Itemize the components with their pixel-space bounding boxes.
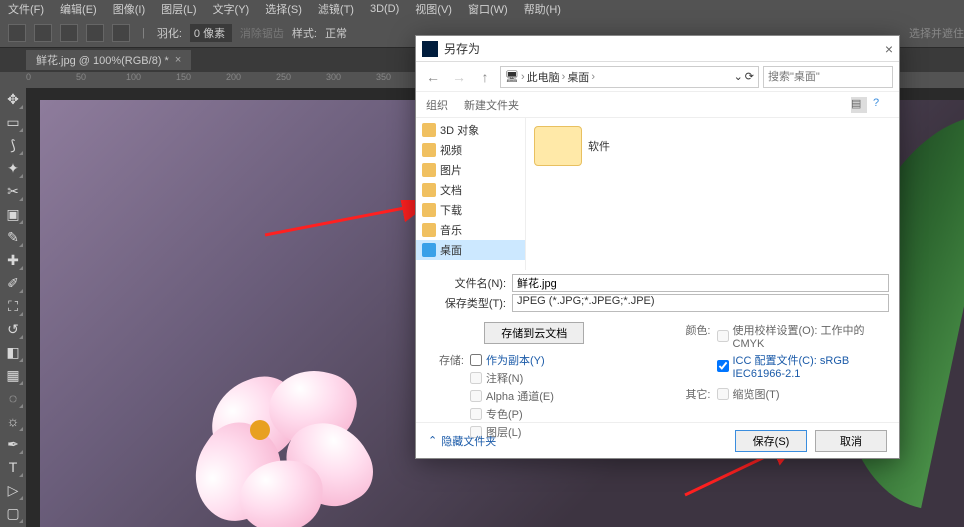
new-folder-button[interactable]: 新建文件夹 bbox=[464, 97, 519, 113]
style-value[interactable]: 正常 bbox=[325, 25, 347, 41]
blur-tool[interactable]: ◌ bbox=[2, 387, 24, 409]
folder-item[interactable]: 软件 bbox=[534, 126, 610, 166]
style-label: 样式: bbox=[292, 25, 317, 41]
search-input[interactable] bbox=[763, 66, 893, 88]
tree-item: 文档 bbox=[416, 180, 525, 200]
menu-window[interactable]: 窗口(W) bbox=[468, 1, 508, 17]
pc-icon: 🖥 bbox=[505, 70, 519, 83]
cancel-button[interactable]: 取消 bbox=[815, 430, 887, 452]
ps-icon bbox=[422, 41, 438, 57]
stamp-tool[interactable]: ⛶ bbox=[2, 295, 24, 317]
tool-preset-icon[interactable] bbox=[8, 24, 26, 42]
color-options-label: 颜色: bbox=[673, 322, 711, 382]
filename-label: 文件名(N): bbox=[426, 275, 506, 291]
save-button[interactable]: 保存(S) bbox=[735, 430, 807, 452]
folder-icon bbox=[534, 126, 582, 166]
select-mask-button[interactable]: 选择并遮住 bbox=[909, 25, 964, 41]
healing-tool[interactable]: ✚ bbox=[2, 249, 24, 271]
menu-layer[interactable]: 图层(L) bbox=[161, 1, 196, 17]
folder-name: 软件 bbox=[588, 138, 610, 154]
dialog-toolbar: 组织 新建文件夹 ▤ ? bbox=[416, 92, 899, 118]
tree-item-selected: 桌面 bbox=[416, 240, 525, 260]
selection-intersect-icon[interactable] bbox=[112, 24, 130, 42]
nav-up-icon[interactable]: ↑ bbox=[474, 66, 496, 88]
chk-copy[interactable]: 作为副本(Y) bbox=[470, 352, 643, 368]
dropdown-icon[interactable]: ⌄ bbox=[734, 70, 743, 83]
breadcrumb-segment[interactable]: 桌面 bbox=[567, 69, 589, 85]
save-to-cloud-button[interactable]: 存储到云文档 bbox=[484, 322, 584, 344]
brush-tool[interactable]: ✐ bbox=[2, 272, 24, 294]
document-tab[interactable]: 鲜花.jpg @ 100%(RGB/8) * × bbox=[26, 50, 191, 70]
menu-3d[interactable]: 3D(D) bbox=[370, 3, 399, 15]
menu-view[interactable]: 视图(V) bbox=[415, 1, 452, 17]
chk-spot: 专色(P) bbox=[470, 406, 643, 422]
eraser-tool[interactable]: ◧ bbox=[2, 341, 24, 363]
tree-item: 音乐 bbox=[416, 220, 525, 240]
dialog-title: 另存为 bbox=[444, 40, 480, 57]
menu-help[interactable]: 帮助(H) bbox=[524, 1, 561, 17]
filetype-label: 保存类型(T): bbox=[426, 295, 506, 311]
close-tab-icon[interactable]: × bbox=[175, 54, 181, 66]
nav-back-icon[interactable]: ← bbox=[422, 66, 444, 88]
menu-file[interactable]: 文件(F) bbox=[8, 1, 44, 17]
shape-tool[interactable]: ▢ bbox=[2, 502, 24, 524]
menu-edit[interactable]: 编辑(E) bbox=[60, 1, 97, 17]
breadcrumb-root[interactable]: 此电脑 bbox=[527, 69, 560, 85]
selection-new-icon[interactable] bbox=[34, 24, 52, 42]
tree-item: 3D 对象 bbox=[416, 120, 525, 140]
path-tool[interactable]: ▷ bbox=[2, 479, 24, 501]
eyedropper-tool[interactable]: ✎ bbox=[2, 226, 24, 248]
pen-tool[interactable]: ✒ bbox=[2, 433, 24, 455]
file-list[interactable]: 软件 bbox=[526, 118, 899, 270]
filetype-combo[interactable]: JPEG (*.JPG;*.JPEG;*.JPE) bbox=[512, 294, 889, 312]
menu-select[interactable]: 选择(S) bbox=[265, 1, 302, 17]
tree-item: 视频 bbox=[416, 140, 525, 160]
menu-image[interactable]: 图像(I) bbox=[113, 1, 145, 17]
dialog-nav: ← → ↑ 🖥 › 此电脑 › 桌面 › ⌄ ⟳ bbox=[416, 62, 899, 92]
save-as-dialog: 另存为 × ← → ↑ 🖥 › 此电脑 › 桌面 › ⌄ ⟳ 组织 新建文件夹 … bbox=[415, 35, 900, 459]
filename-input[interactable] bbox=[512, 274, 889, 292]
chk-thumb: 缩览图(T) bbox=[717, 386, 890, 402]
lasso-tool[interactable]: ⟆ bbox=[2, 134, 24, 156]
tree-item: 图片 bbox=[416, 160, 525, 180]
view-options-icon[interactable]: ▤ bbox=[851, 97, 867, 113]
wand-tool[interactable]: ✦ bbox=[2, 157, 24, 179]
feather-label: 羽化: bbox=[157, 25, 182, 41]
selection-subtract-icon[interactable] bbox=[86, 24, 104, 42]
chk-notes: 注释(N) bbox=[470, 370, 643, 386]
annotation-arrow bbox=[260, 200, 430, 240]
dialog-titlebar: 另存为 × bbox=[416, 36, 899, 62]
chk-icc[interactable]: ICC 配置文件(C): sRGB IEC61966-2.1 bbox=[717, 352, 890, 380]
feather-input[interactable] bbox=[190, 24, 232, 42]
marquee-tool[interactable]: ▭ bbox=[2, 111, 24, 133]
close-icon[interactable]: × bbox=[885, 41, 893, 57]
tool-panel: ✥ ▭ ⟆ ✦ ✂ ▣ ✎ ✚ ✐ ⛶ ↺ ◧ ▦ ◌ ☼ ✒ T ▷ ▢ bbox=[0, 72, 26, 527]
document-tab-label: 鲜花.jpg @ 100%(RGB/8) * bbox=[36, 52, 169, 68]
breadcrumb[interactable]: 🖥 › 此电脑 › 桌面 › ⌄ ⟳ bbox=[500, 66, 759, 88]
hide-folders-link[interactable]: ⌃ 隐藏文件夹 bbox=[428, 433, 496, 449]
selection-add-icon[interactable] bbox=[60, 24, 78, 42]
folder-tree[interactable]: 3D 对象 视频 图片 文档 下载 音乐 桌面 bbox=[416, 118, 526, 270]
chevron-up-icon: ⌃ bbox=[428, 434, 437, 447]
crop-tool[interactable]: ✂ bbox=[2, 180, 24, 202]
tree-item: 下载 bbox=[416, 200, 525, 220]
antialias-label: 消除锯齿 bbox=[240, 25, 284, 41]
chk-alpha: Alpha 通道(E) bbox=[470, 388, 643, 404]
organize-button[interactable]: 组织 bbox=[426, 97, 448, 113]
menu-filter[interactable]: 滤镜(T) bbox=[318, 1, 354, 17]
type-tool[interactable]: T bbox=[2, 456, 24, 478]
gradient-tool[interactable]: ▦ bbox=[2, 364, 24, 386]
history-brush-tool[interactable]: ↺ bbox=[2, 318, 24, 340]
dodge-tool[interactable]: ☼ bbox=[2, 410, 24, 432]
refresh-icon[interactable]: ⟳ bbox=[745, 70, 754, 83]
frame-tool[interactable]: ▣ bbox=[2, 203, 24, 225]
options-separator: | bbox=[142, 27, 145, 39]
nav-forward-icon[interactable]: → bbox=[448, 66, 470, 88]
move-tool[interactable]: ✥ bbox=[2, 88, 24, 110]
menu-type[interactable]: 文字(Y) bbox=[213, 1, 250, 17]
other-options-label: 其它: bbox=[673, 386, 711, 404]
main-menu-bar: 文件(F) 编辑(E) 图像(I) 图层(L) 文字(Y) 选择(S) 滤镜(T… bbox=[0, 0, 964, 18]
help-icon[interactable]: ? bbox=[873, 97, 889, 113]
chk-proof: 使用校样设置(O): 工作中的 CMYK bbox=[717, 322, 890, 350]
